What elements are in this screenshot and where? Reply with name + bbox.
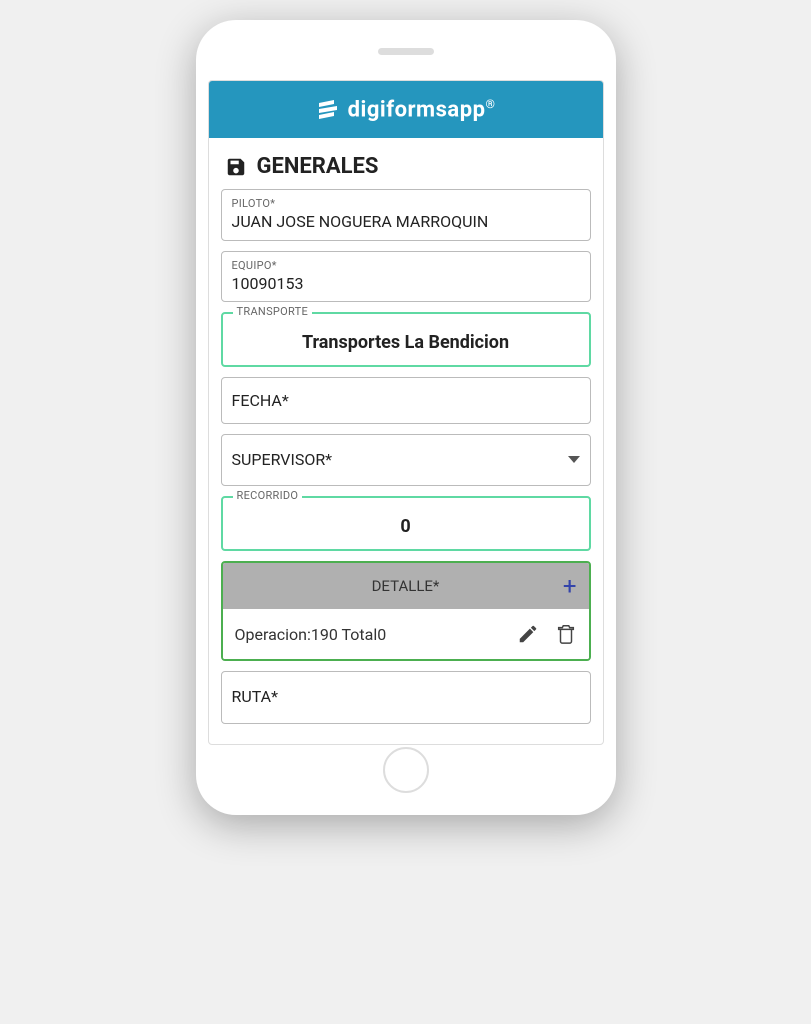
brand-name: digiformsapp bbox=[348, 97, 486, 122]
section-title-row: GENERALES bbox=[221, 148, 591, 189]
transporte-label: TRANSPORTE bbox=[233, 306, 313, 317]
ruta-field[interactable]: RUTA* bbox=[221, 671, 591, 723]
app-screen: digiformsapp® GENERALES PILOTO* JUAN JOS… bbox=[208, 80, 604, 745]
app-header: digiformsapp® bbox=[209, 81, 603, 138]
piloto-field[interactable]: PILOTO* JUAN JOSE NOGUERA MARROQUIN bbox=[221, 189, 591, 240]
logo-icon bbox=[316, 98, 340, 122]
recorrido-value: 0 bbox=[233, 506, 579, 543]
equipo-field[interactable]: EQUIPO* 10090153 bbox=[221, 251, 591, 302]
detalle-header-label: DETALLE* bbox=[372, 577, 440, 595]
recorrido-field[interactable]: RECORRIDO 0 bbox=[221, 496, 591, 551]
save-icon[interactable] bbox=[225, 156, 247, 178]
plus-icon[interactable]: + bbox=[563, 574, 577, 598]
recorrido-label: RECORRIDO bbox=[233, 490, 303, 501]
transporte-value: Transportes La Bendicion bbox=[233, 322, 579, 359]
form-content: GENERALES PILOTO* JUAN JOSE NOGUERA MARR… bbox=[209, 138, 603, 743]
detalle-header: DETALLE* + bbox=[223, 563, 589, 609]
detalle-row-text: Operacion:190 Total0 bbox=[235, 625, 501, 644]
brand-reg: ® bbox=[485, 97, 495, 111]
chevron-down-icon bbox=[568, 456, 580, 463]
fecha-field[interactable]: FECHA* bbox=[221, 377, 591, 423]
fecha-label: FECHA* bbox=[232, 386, 580, 416]
phone-frame: digiformsapp® GENERALES PILOTO* JUAN JOS… bbox=[196, 20, 616, 815]
supervisor-label: SUPERVISOR* bbox=[232, 449, 333, 471]
equipo-label: EQUIPO* bbox=[232, 260, 580, 271]
transporte-field[interactable]: TRANSPORTE Transportes La Bendicion bbox=[221, 312, 591, 367]
piloto-value: JUAN JOSE NOGUERA MARROQUIN bbox=[232, 211, 580, 233]
equipo-value: 10090153 bbox=[232, 273, 580, 295]
detalle-block: DETALLE* + Operacion:190 Total0 bbox=[221, 561, 591, 661]
phone-speaker bbox=[378, 48, 434, 55]
brand-text: digiformsapp® bbox=[348, 97, 496, 122]
piloto-label: PILOTO* bbox=[232, 198, 580, 209]
trash-icon[interactable] bbox=[555, 623, 577, 645]
detalle-row: Operacion:190 Total0 bbox=[223, 609, 589, 659]
ruta-label: RUTA* bbox=[232, 686, 580, 708]
section-title: GENERALES bbox=[257, 154, 379, 179]
supervisor-field[interactable]: SUPERVISOR* bbox=[221, 434, 591, 486]
pencil-icon[interactable] bbox=[517, 623, 539, 645]
home-button[interactable] bbox=[383, 747, 429, 793]
